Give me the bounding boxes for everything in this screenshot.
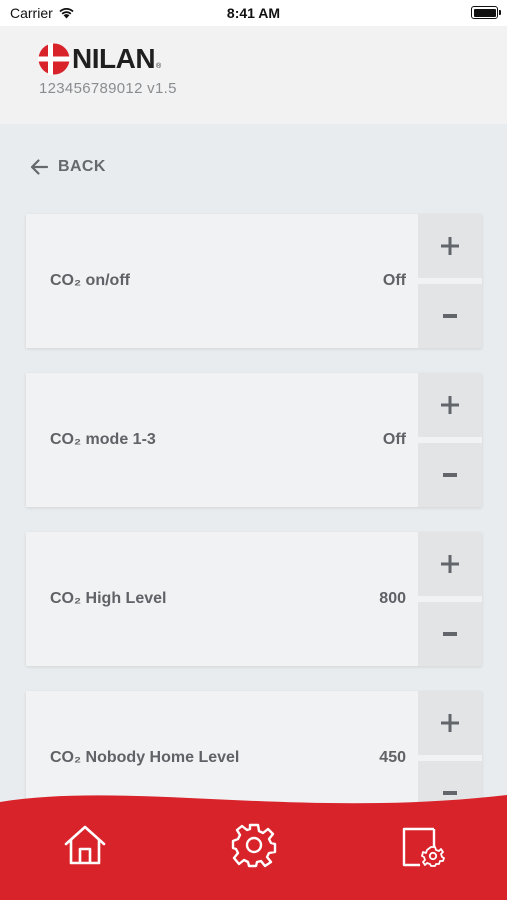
- decrease-button[interactable]: [418, 284, 482, 348]
- setting-value: 450: [379, 749, 406, 766]
- setting-value: Off: [382, 272, 406, 289]
- plus-icon: [441, 237, 459, 255]
- increase-button[interactable]: [418, 532, 482, 596]
- back-button[interactable]: BACK: [28, 156, 106, 178]
- arrow-left-icon: [30, 159, 49, 175]
- plus-icon: [441, 396, 459, 414]
- device-settings-icon: [402, 827, 445, 867]
- plus-icon: [441, 714, 459, 732]
- danish-flag-logo-icon: [38, 43, 70, 75]
- setting-label: CO₂ mode 1-3: [50, 431, 156, 448]
- setting-card-co2-mode: CO₂ mode 1-3 Off: [26, 373, 482, 507]
- minus-icon: [443, 473, 457, 477]
- device-id: 123456789012 v1.5: [39, 80, 177, 97]
- battery-icon: [471, 6, 501, 19]
- increase-button[interactable]: [418, 214, 482, 278]
- app-header: NILAN ® 123456789012 v1.5: [0, 26, 507, 124]
- nav-device-settings-button[interactable]: [398, 822, 448, 872]
- brand-name: NILAN: [72, 43, 156, 74]
- status-bar: Carrier 8:41 AM: [0, 0, 507, 26]
- increase-button[interactable]: [418, 373, 482, 437]
- plus-icon: [441, 555, 459, 573]
- setting-label: CO₂ Nobody Home Level: [50, 749, 240, 766]
- nav-settings-button[interactable]: [229, 820, 279, 870]
- bottom-nav-bar: [0, 785, 507, 900]
- minus-icon: [443, 632, 457, 636]
- setting-label: CO₂ on/off: [50, 272, 130, 289]
- nav-home-button[interactable]: [60, 820, 110, 870]
- status-time: 8:41 AM: [226, 5, 281, 21]
- home-icon: [64, 825, 106, 865]
- setting-label: CO₂ High Level: [50, 590, 167, 607]
- decrease-button[interactable]: [418, 602, 482, 666]
- nilan-logo: NILAN ®: [38, 43, 161, 75]
- decrease-button[interactable]: [418, 443, 482, 507]
- minus-icon: [443, 314, 457, 318]
- back-label: BACK: [58, 158, 106, 175]
- setting-card-co2-on-off: CO₂ on/off Off: [26, 214, 482, 348]
- registered-mark: ®: [156, 63, 162, 70]
- setting-value: Off: [382, 431, 406, 448]
- increase-button[interactable]: [418, 691, 482, 755]
- setting-card-co2-high-level: CO₂ High Level 800: [26, 532, 482, 666]
- setting-value: 800: [379, 590, 406, 607]
- gear-icon: [231, 823, 277, 868]
